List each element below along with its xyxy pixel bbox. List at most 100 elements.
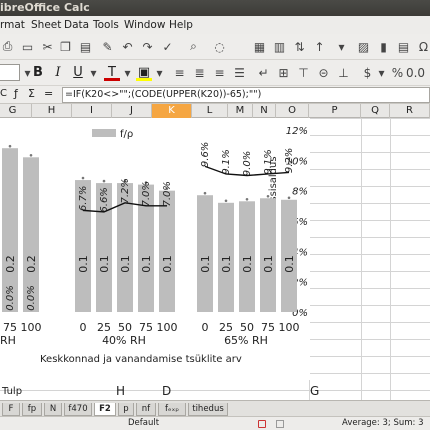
underline-icon[interactable]: U [70,64,86,81]
sort-icon[interactable]: ⇅ [292,39,307,54]
column-header-q[interactable]: Q [361,104,390,118]
sheet-tab-p[interactable]: p [118,403,134,416]
special-character-icon[interactable]: Ω [416,39,430,54]
italic-icon[interactable]: I [50,64,66,81]
underline-dropdown-icon[interactable]: ▾ [86,65,101,80]
copy-icon[interactable]: ❐ [58,39,73,54]
undo-icon[interactable]: ↶ [120,39,135,54]
column-header-r[interactable]: R [390,104,430,118]
moisture-label: 7.2% [120,178,131,203]
formula-input[interactable]: =IF(K20<>"";(CODE(UPPER(K20))-65);"") [62,87,430,103]
image-icon[interactable]: ▨ [356,39,371,54]
currency-icon[interactable]: $ [360,65,375,80]
column-header-o[interactable]: O [276,104,309,118]
print-icon[interactable]: ⎙ [0,39,15,54]
moisture-label: 9.1% [221,149,232,174]
justify-icon[interactable]: ☰ [232,65,247,80]
align-middle-icon[interactable]: ⊝ [316,65,331,80]
moisture-label: 9.1% [263,149,274,174]
column-header-m[interactable]: M [228,104,253,118]
group-label: 40% RH [102,334,146,347]
sheet-tab-n[interactable]: N [44,403,62,416]
menu-bar: rmat Sheet Data Tools Window Help [0,16,430,34]
sort-ascending-icon[interactable]: ↑ [312,39,327,54]
column-header-l[interactable]: L [192,104,228,118]
sheet-tab-fp[interactable]: fp [22,403,42,416]
spelling-icon[interactable]: ✓ [160,39,175,54]
row-icon[interactable]: ▦ [252,39,267,54]
menu-sheet[interactable]: Sheet [31,16,61,34]
align-bottom-icon[interactable]: ⊥ [336,65,351,80]
sheet-tab-tihedus[interactable]: tihedus [188,403,228,416]
number-format-icon[interactable]: 0.0 [406,65,425,80]
column-header-j[interactable]: J [112,104,152,118]
name-box[interactable]: C [0,88,7,99]
bar-value-label: 0.2 [25,255,38,273]
autofilter-icon[interactable]: ▾ [334,39,349,54]
align-top-icon[interactable]: ⊤ [296,65,311,80]
align-left-icon[interactable]: ≡ [172,65,187,80]
x-tick-label: 100 [279,321,300,334]
column-header-p[interactable]: P [309,104,361,118]
highlight-icon[interactable]: ▣ [136,64,152,81]
page-style[interactable]: Default [128,417,159,430]
merge-cells-icon[interactable]: ⊞ [276,65,291,80]
column-header-h[interactable]: H [32,104,72,118]
group-label: 65% RH [224,334,268,347]
clone-formatting-icon[interactable]: ✎ [100,39,115,54]
column-header-k[interactable]: K [152,104,192,118]
percent-icon[interactable]: % [390,65,405,80]
moisture-label: 9.2% [284,148,295,173]
sheet-tab-f470[interactable]: f470 [64,403,92,416]
x-tick-label: 50 [118,321,132,334]
bar-value-label: 0.1 [199,255,212,273]
find-icon[interactable]: ⌕ [186,39,201,54]
bar-marker [224,199,228,203]
column-icon[interactable]: ▥ [272,39,287,54]
bold-icon[interactable]: B [30,64,46,81]
column-header-g[interactable]: G [0,104,32,118]
paste-icon[interactable]: ▤ [78,39,93,54]
bar-marker [203,191,207,195]
menu-window[interactable]: Window [124,16,165,34]
sheet-tab-nf[interactable]: nf [136,403,156,416]
status-bar: Default Average: 3; Sum: 3 [0,416,430,430]
x-axis-title: Keskkonnad ja vanandamise tsüklite arv [40,354,242,365]
chart-icon[interactable]: ▮ [376,39,391,54]
formula-icon[interactable]: = [44,87,53,100]
font-color-dropdown-icon[interactable]: ▾ [120,65,135,80]
bar-value-label: 0.1 [98,255,111,273]
redo-icon[interactable]: ↷ [140,39,155,54]
print-preview-icon[interactable]: ▭ [20,39,35,54]
bar [159,190,175,312]
align-right-icon[interactable]: ≡ [212,65,227,80]
font-size-box[interactable] [0,64,20,81]
wrap-text-icon[interactable]: ↵ [256,65,271,80]
cell-d[interactable]: D [162,384,171,398]
sheet-tab-f[interactable]: F [2,403,20,416]
right-axis-tick: 12% [286,126,308,137]
menu-help[interactable]: Help [169,16,193,34]
bar-value-label: 0.1 [77,255,90,273]
currency-dropdown-icon[interactable]: ▾ [374,65,389,80]
column-header-i[interactable]: I [72,104,112,118]
cut-icon[interactable]: ✂ [40,39,55,54]
font-color-icon[interactable]: T [104,64,120,81]
cell-h[interactable]: H [116,384,125,398]
chart-object[interactable]: f/ρ0%2%4%6%8%10%12%Katsekeha niiskussisa… [0,118,310,380]
highlight-dropdown-icon[interactable]: ▾ [152,65,167,80]
sheet-tab-fexp[interactable]: fₑₓₚ [158,403,186,416]
cell-tulp[interactable]: Tulp [2,386,22,397]
align-center-icon[interactable]: ≣ [192,65,207,80]
sum-icon[interactable]: Σ [28,87,35,100]
column-header-n[interactable]: N [253,104,276,118]
cell-g[interactable]: G [310,384,319,398]
pivot-table-icon[interactable]: ▤ [396,39,411,54]
window-title: ibreOffice Calc [0,1,90,14]
spell-check-icon[interactable]: ◌ [212,39,227,54]
sheet-tab-f2[interactable]: F2 [94,403,116,416]
menu-tools[interactable]: Tools [93,16,119,34]
menu-format[interactable]: rmat [0,16,25,34]
function-wizard-icon[interactable]: ƒ [14,87,18,100]
menu-data[interactable]: Data [64,16,89,34]
